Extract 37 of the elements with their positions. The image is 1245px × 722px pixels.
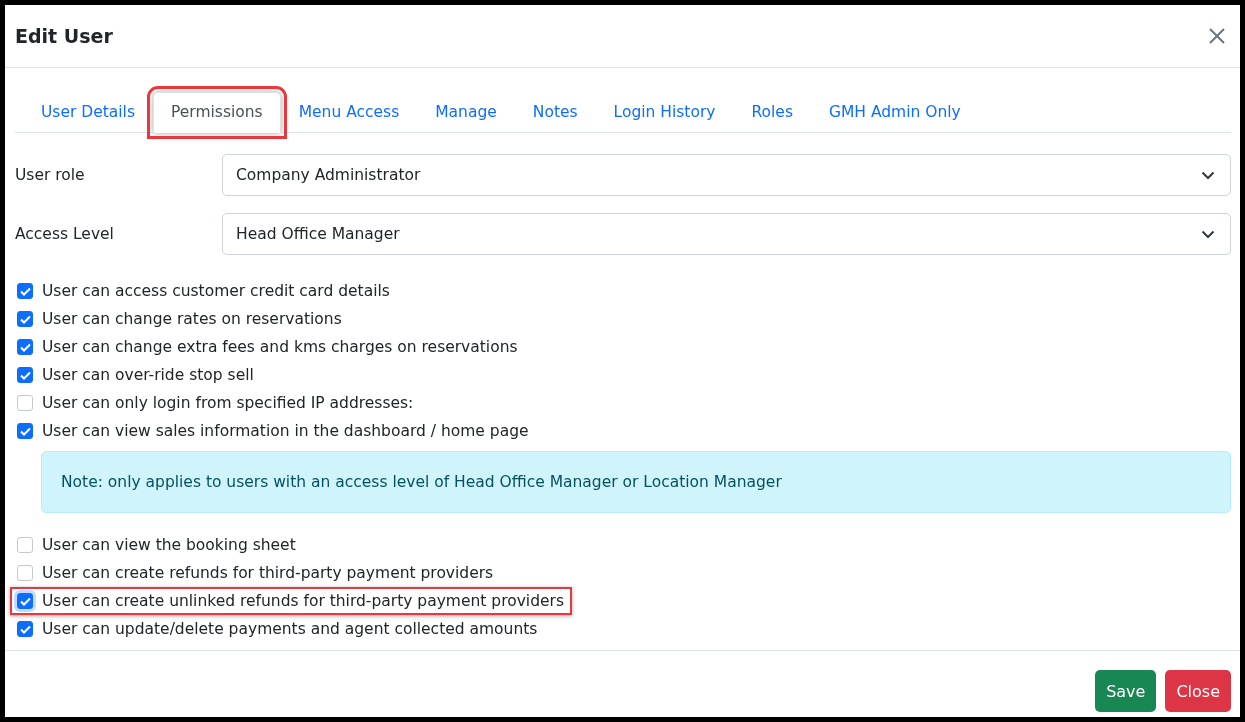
checkbox-label: User can over-ride stop sell: [42, 366, 254, 384]
dropdown-field[interactable]: Company Administrator: [222, 154, 1231, 196]
checkbox[interactable]: [17, 339, 33, 355]
info-note: Note: only applies to users with an access level of Head Office Manager or Location Manager: [41, 451, 1231, 513]
checkbox-label: User can create refunds for third-party payment providers: [42, 564, 494, 582]
field-label: User role: [15, 166, 86, 184]
save-button[interactable]: Save: [1095, 670, 1157, 712]
dropdown-field[interactable]: Head Office Manager: [222, 213, 1231, 255]
field-label: Access Level: [15, 225, 115, 243]
checkbox[interactable]: [17, 395, 33, 411]
checkbox[interactable]: [17, 565, 33, 581]
checkbox[interactable]: [17, 423, 33, 439]
tab[interactable]: Manage: [417, 92, 515, 133]
tab[interactable]: Notes: [514, 92, 596, 133]
checkbox[interactable]: [17, 311, 33, 327]
checkbox-label: User can change extra fees and kms charges on reservations: [42, 338, 518, 356]
tab[interactable]: User Details: [23, 92, 153, 133]
chevron-down-icon: [1201, 170, 1215, 180]
checkbox-label: User can create unlinked refunds for third-party payment providers: [42, 592, 564, 610]
close-button[interactable]: Close: [1165, 670, 1231, 712]
checkbox-label: User can access customer credit card details: [42, 282, 390, 300]
tab[interactable]: GMH Admin Only: [810, 92, 979, 133]
checkbox-label: User can view sales information in the dashboard / home page: [42, 422, 529, 440]
checkbox[interactable]: [17, 367, 33, 383]
tab[interactable]: Roles: [733, 92, 811, 133]
checkbox[interactable]: [17, 283, 33, 299]
checkbox[interactable]: [17, 593, 33, 609]
checkbox[interactable]: [17, 621, 33, 637]
tab[interactable]: Menu Access: [280, 92, 418, 133]
checkbox[interactable]: [17, 537, 33, 553]
dialog-title: Edit User: [15, 25, 113, 47]
checkbox-label: User can change rates on reservations: [42, 310, 342, 328]
checkbox-label: User can update/delete payments and agent collected amounts: [42, 620, 538, 638]
tab[interactable]: Login History: [595, 92, 734, 133]
checkbox-label: User can view the booking sheet: [42, 536, 296, 554]
chevron-down-icon: [1201, 229, 1215, 239]
checkbox-label: User can only login from specified IP addresses:: [42, 394, 414, 412]
